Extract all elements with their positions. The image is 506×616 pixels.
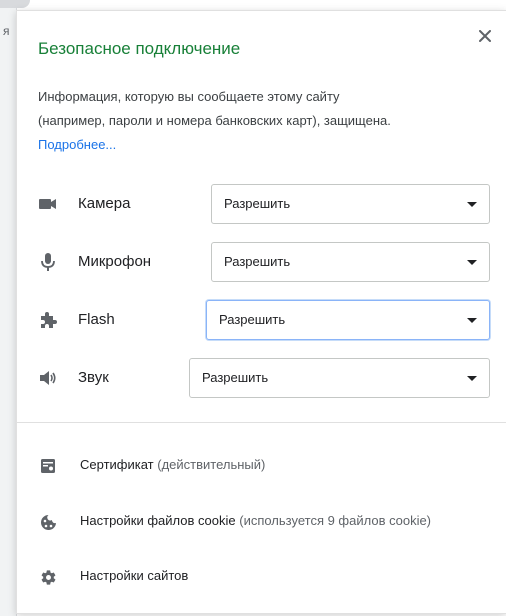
- close-icon: [479, 30, 491, 42]
- background-tab: [0, 0, 30, 8]
- background-browser-strip: [0, 0, 17, 616]
- site-settings-label: Настройки сайтов: [80, 568, 189, 583]
- close-button[interactable]: [474, 25, 496, 47]
- cookies-text: Настройки файлов cookie (используется 9 …: [80, 513, 490, 528]
- select-value: Разрешить: [219, 312, 286, 327]
- permission-label: Микрофон: [78, 253, 152, 270]
- cookies-label: Настройки файлов cookie: [80, 513, 236, 528]
- permission-label: Flash: [78, 311, 115, 328]
- page-info-popup: Безопасное подключение Информация, котор…: [16, 10, 506, 614]
- select-value: Разрешить: [202, 370, 269, 385]
- connection-title: Безопасное подключение: [38, 39, 241, 58]
- description-line: (например, пароли и номера банковских ка…: [38, 113, 391, 128]
- permission-row-flash: Flash Разрешить: [38, 300, 490, 340]
- cookies-link[interactable]: Настройки файлов cookie (используется 9 …: [38, 508, 506, 536]
- certificate-status: (действительный): [157, 457, 266, 472]
- permission-label: Звук: [78, 369, 109, 386]
- certificate-link[interactable]: Сертификат (действительный): [38, 452, 506, 480]
- chevron-down-icon: [467, 202, 477, 207]
- certificate-text: Сертификат (действительный): [80, 457, 490, 472]
- permission-label: Камера: [78, 195, 131, 212]
- puzzle-piece-icon: [38, 310, 58, 330]
- sound-permission-select[interactable]: Разрешить: [189, 358, 490, 398]
- chevron-down-icon: [467, 260, 477, 265]
- select-value: Разрешить: [224, 254, 291, 269]
- flash-permission-select[interactable]: Разрешить: [206, 300, 490, 340]
- certificate-label: Сертификат: [80, 457, 154, 472]
- chevron-down-icon: [467, 318, 477, 323]
- cookie-icon: [38, 512, 58, 532]
- microphone-icon: [38, 252, 58, 272]
- camera-permission-select[interactable]: Разрешить: [211, 184, 490, 224]
- permission-row-sound: Звук Разрешить: [38, 358, 490, 398]
- site-settings-link[interactable]: Настройки сайтов: [38, 563, 506, 591]
- background-partial-text: я: [3, 24, 10, 38]
- cookies-count: (используется 9 файлов cookie): [239, 513, 432, 528]
- learn-more-link[interactable]: Подробнее...: [38, 137, 116, 152]
- gear-icon: [38, 567, 58, 587]
- microphone-permission-select[interactable]: Разрешить: [211, 242, 490, 282]
- permission-row-camera: Камера Разрешить: [38, 184, 490, 224]
- chevron-down-icon: [467, 376, 477, 381]
- certificate-icon: [38, 456, 58, 476]
- select-value: Разрешить: [224, 196, 291, 211]
- camera-icon: [38, 194, 58, 214]
- description-line: Информация, которую вы сообщаете этому с…: [38, 89, 340, 104]
- section-divider: [17, 422, 506, 423]
- permission-row-microphone: Микрофон Разрешить: [38, 242, 490, 282]
- speaker-icon: [38, 368, 58, 388]
- connection-description: Информация, которую вы сообщаете этому с…: [38, 85, 498, 157]
